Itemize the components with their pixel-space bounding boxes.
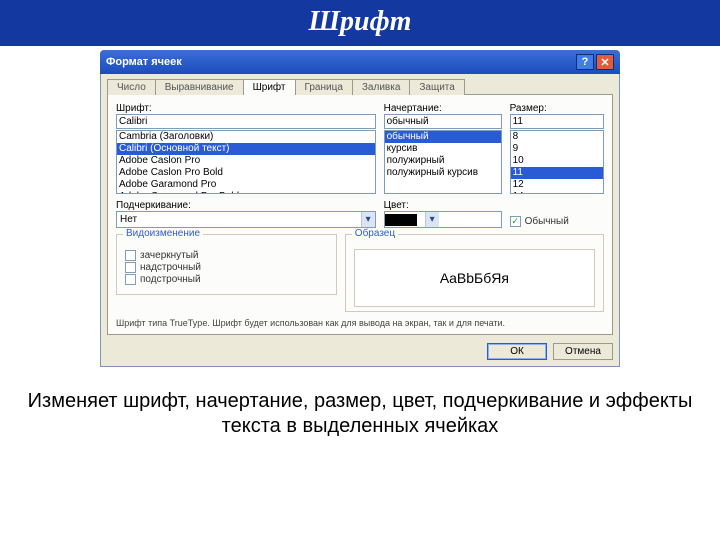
checkbox-icon [125,250,136,261]
tab-number[interactable]: Число [107,79,156,95]
preview-text: AaBbБбЯя [440,270,509,286]
size-input[interactable] [510,114,604,129]
list-item[interactable]: Cambria (Заголовки) [117,131,375,143]
ok-button[interactable]: ОК [487,343,547,360]
list-item[interactable]: 11 [511,167,603,179]
list-item[interactable]: 14 [511,191,603,194]
list-item[interactable]: Adobe Caslon Pro Bold [117,167,375,179]
list-item[interactable]: 10 [511,155,603,167]
tab-font[interactable]: Шрифт [243,79,296,95]
superscript-checkbox[interactable]: надстрочный [125,262,328,273]
checkbox-icon [125,262,136,273]
tab-strip: Число Выравнивание Шрифт Граница Заливка… [107,79,613,95]
cancel-button[interactable]: Отмена [553,343,613,360]
preview-group: Образец AaBbБбЯя [345,234,604,312]
help-button[interactable]: ? [576,54,594,70]
list-item[interactable]: обычный [385,131,501,143]
style-input[interactable] [384,114,502,129]
underline-label: Подчеркивание: [116,200,376,211]
checkbox-icon: ✓ [510,216,521,227]
list-item[interactable]: Adobe Garamond Pro [117,179,375,191]
list-item[interactable]: Calibri (Основной текст) [117,143,375,155]
font-input[interactable] [116,114,376,129]
normalfont-label: Обычный [525,216,569,227]
tab-alignment[interactable]: Выравнивание [155,79,244,95]
chevron-down-icon[interactable]: ▾ [361,212,375,227]
list-item[interactable]: Adobe Garamond Pro Bold [117,191,375,194]
underline-combo[interactable]: Нет ▾ [116,211,376,228]
preview-group-title: Образец [352,228,398,239]
tab-protection[interactable]: Защита [409,79,464,95]
size-listbox[interactable]: 8 9 10 11 12 14 [510,130,604,194]
list-item[interactable]: 8 [511,131,603,143]
hint-text: Шрифт типа TrueType. Шрифт будет использ… [116,318,604,328]
checkbox-icon [125,274,136,285]
dialog-title: Формат ячеек [106,56,574,68]
preview-box: AaBbБбЯя [354,249,595,307]
effects-group-title: Видоизменение [123,228,203,239]
list-item[interactable]: 9 [511,143,603,155]
slide-title: Шрифт [0,0,720,46]
style-label: Начертание: [384,103,502,114]
tab-fill[interactable]: Заливка [352,79,411,95]
color-swatch [385,214,417,226]
list-item[interactable]: 12 [511,179,603,191]
button-bar: ОК Отмена [107,343,613,360]
font-label: Шрифт: [116,103,376,114]
color-combo[interactable]: ▾ [384,211,502,228]
slide-caption: Изменяет шрифт, начертание, размер, цвет… [24,389,696,439]
normalfont-checkbox[interactable]: ✓ Обычный [510,216,569,227]
dialog: Формат ячеек ? ✕ Число Выравнивание Шриф… [100,50,620,367]
list-item[interactable]: полужирный [385,155,501,167]
font-listbox[interactable]: Cambria (Заголовки) Calibri (Основной те… [116,130,376,194]
chevron-down-icon[interactable]: ▾ [425,212,439,227]
list-item[interactable]: полужирный курсив [385,167,501,179]
effects-group: Видоизменение зачеркнутый надстрочный по… [116,234,337,295]
list-item[interactable]: Adobe Caslon Pro [117,155,375,167]
color-label: Цвет: [384,200,502,211]
close-button[interactable]: ✕ [596,54,614,70]
underline-value: Нет [117,214,361,225]
tab-panel-font: Шрифт: Cambria (Заголовки) Calibri (Осно… [107,94,613,335]
size-label: Размер: [510,103,604,114]
dialog-body: Число Выравнивание Шрифт Граница Заливка… [100,74,620,367]
strike-checkbox[interactable]: зачеркнутый [125,250,328,261]
tab-border[interactable]: Граница [295,79,353,95]
titlebar: Формат ячеек ? ✕ [100,50,620,74]
list-item[interactable]: курсив [385,143,501,155]
subscript-checkbox[interactable]: подстрочный [125,274,328,285]
style-listbox[interactable]: обычный курсив полужирный полужирный кур… [384,130,502,194]
